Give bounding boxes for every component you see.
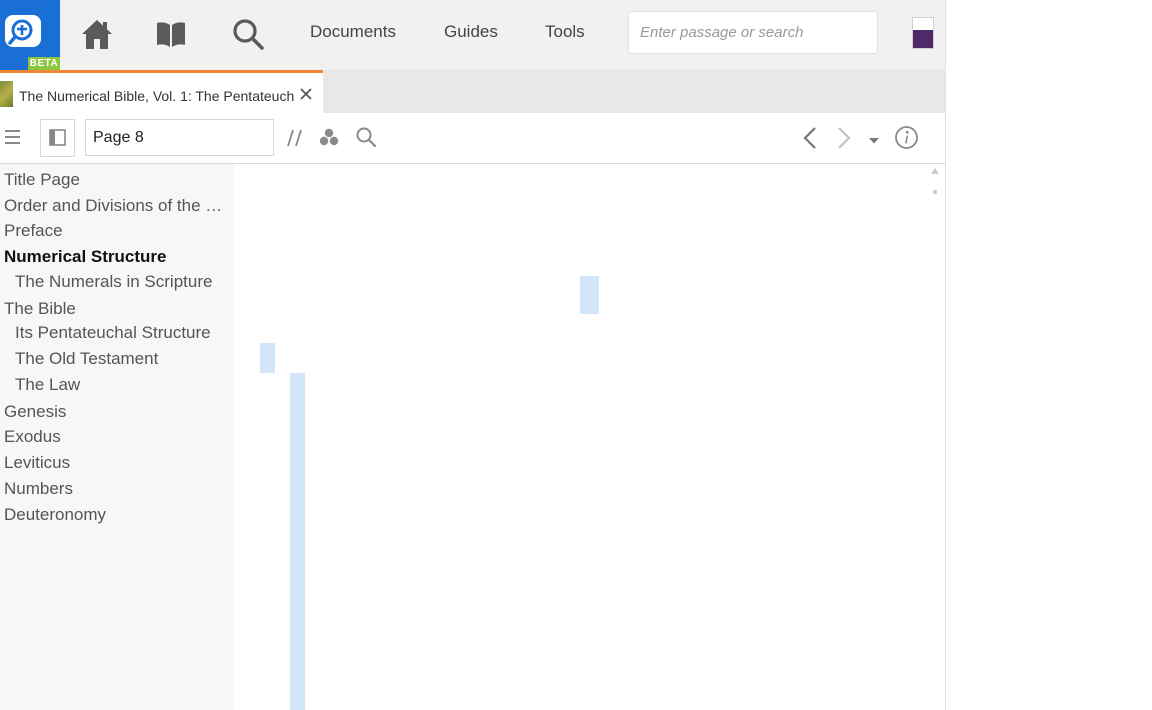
scroll-up-arrow[interactable]: [931, 168, 939, 174]
resource-content-pane[interactable]: [234, 164, 945, 710]
tab-title: The Numerical Bible, Vol. 1: The Pentate…: [19, 88, 295, 104]
search-icon: [233, 19, 264, 50]
reference-input[interactable]: [85, 119, 274, 156]
search-icon: [356, 127, 377, 148]
nav-tools[interactable]: Tools: [545, 22, 585, 42]
logos-logo-icon: [5, 15, 41, 47]
find-in-resource-button[interactable]: [355, 126, 377, 148]
toc-item-numerical-structure[interactable]: Numerical Structure: [4, 247, 232, 267]
resource-info-button[interactable]: [894, 125, 919, 150]
parallel-resources-icon: [287, 129, 302, 147]
home-button[interactable]: [79, 16, 115, 52]
app-window: BETA Documents Guides Tools Enter passag…: [0, 0, 946, 710]
nav-documents[interactable]: Documents: [310, 22, 396, 42]
avatar-cover-top: [913, 18, 933, 30]
close-icon: [300, 88, 312, 100]
nav-guides[interactable]: Guides: [444, 22, 498, 42]
back-button[interactable]: [800, 126, 820, 150]
forward-arrow-icon: [838, 127, 851, 149]
toc-item-exodus[interactable]: Exodus: [4, 427, 232, 447]
home-icon: [82, 20, 112, 49]
hamburger-menu-icon: [5, 130, 20, 144]
toc-item-old-testament[interactable]: The Old Testament: [15, 349, 232, 369]
table-of-contents-panel: Title Page Order and Divisions of the Bo…: [0, 164, 234, 710]
top-navigation-bar: BETA Documents Guides Tools: [0, 0, 945, 70]
visual-filters-button[interactable]: [318, 127, 340, 147]
history-dropdown-button[interactable]: [867, 133, 881, 144]
visual-filters-icon: [319, 128, 339, 146]
sidebar-toggle-button[interactable]: [40, 119, 75, 157]
toc-item-deuteronomy[interactable]: Deuteronomy: [4, 505, 232, 525]
passage-search-input[interactable]: [628, 11, 878, 54]
back-arrow-icon: [803, 127, 816, 149]
scrollbar-thumb[interactable]: [933, 190, 937, 194]
sidebar-toggle-icon: [49, 129, 66, 146]
logos-logo[interactable]: BETA: [0, 0, 60, 70]
resource-toolbar: [0, 113, 945, 164]
library-book-icon: [157, 22, 185, 47]
text-highlight: [260, 343, 275, 373]
forward-button[interactable]: [834, 126, 854, 150]
dropdown-caret-icon: [869, 138, 879, 144]
tab-resource[interactable]: The Numerical Bible, Vol. 1: The Pentate…: [0, 70, 323, 113]
user-avatar[interactable]: [912, 17, 934, 49]
resource-cover-thumbnail: [0, 81, 13, 107]
toc-item-preface[interactable]: Preface: [4, 221, 232, 241]
tab-bar: The Numerical Bible, Vol. 1: The Pentate…: [0, 70, 945, 113]
toc-item-the-bible[interactable]: The Bible: [4, 299, 232, 319]
info-icon: [895, 126, 918, 149]
text-highlight: [580, 276, 599, 314]
parallel-resources-button[interactable]: [286, 128, 304, 148]
toc-item-numerals-in-scripture[interactable]: The Numerals in Scripture: [15, 272, 232, 292]
search-button[interactable]: [230, 16, 266, 52]
tab-close-button[interactable]: [298, 86, 314, 102]
toc-item-numbers[interactable]: Numbers: [4, 479, 232, 499]
toc-menu-button[interactable]: [4, 128, 22, 146]
beta-badge: BETA: [28, 57, 60, 70]
toc-item-pentateuchal-structure[interactable]: Its Pentateuchal Structure: [15, 323, 232, 343]
toc-item-order-and-divisions[interactable]: Order and Divisions of the Books: [4, 196, 232, 216]
toc-item-leviticus[interactable]: Leviticus: [4, 453, 232, 473]
text-highlight: [290, 373, 305, 710]
library-button[interactable]: [153, 16, 189, 52]
toc-item-the-law[interactable]: The Law: [15, 375, 232, 395]
toc-item-title-page[interactable]: Title Page: [4, 170, 232, 190]
toc-item-genesis[interactable]: Genesis: [4, 402, 232, 422]
